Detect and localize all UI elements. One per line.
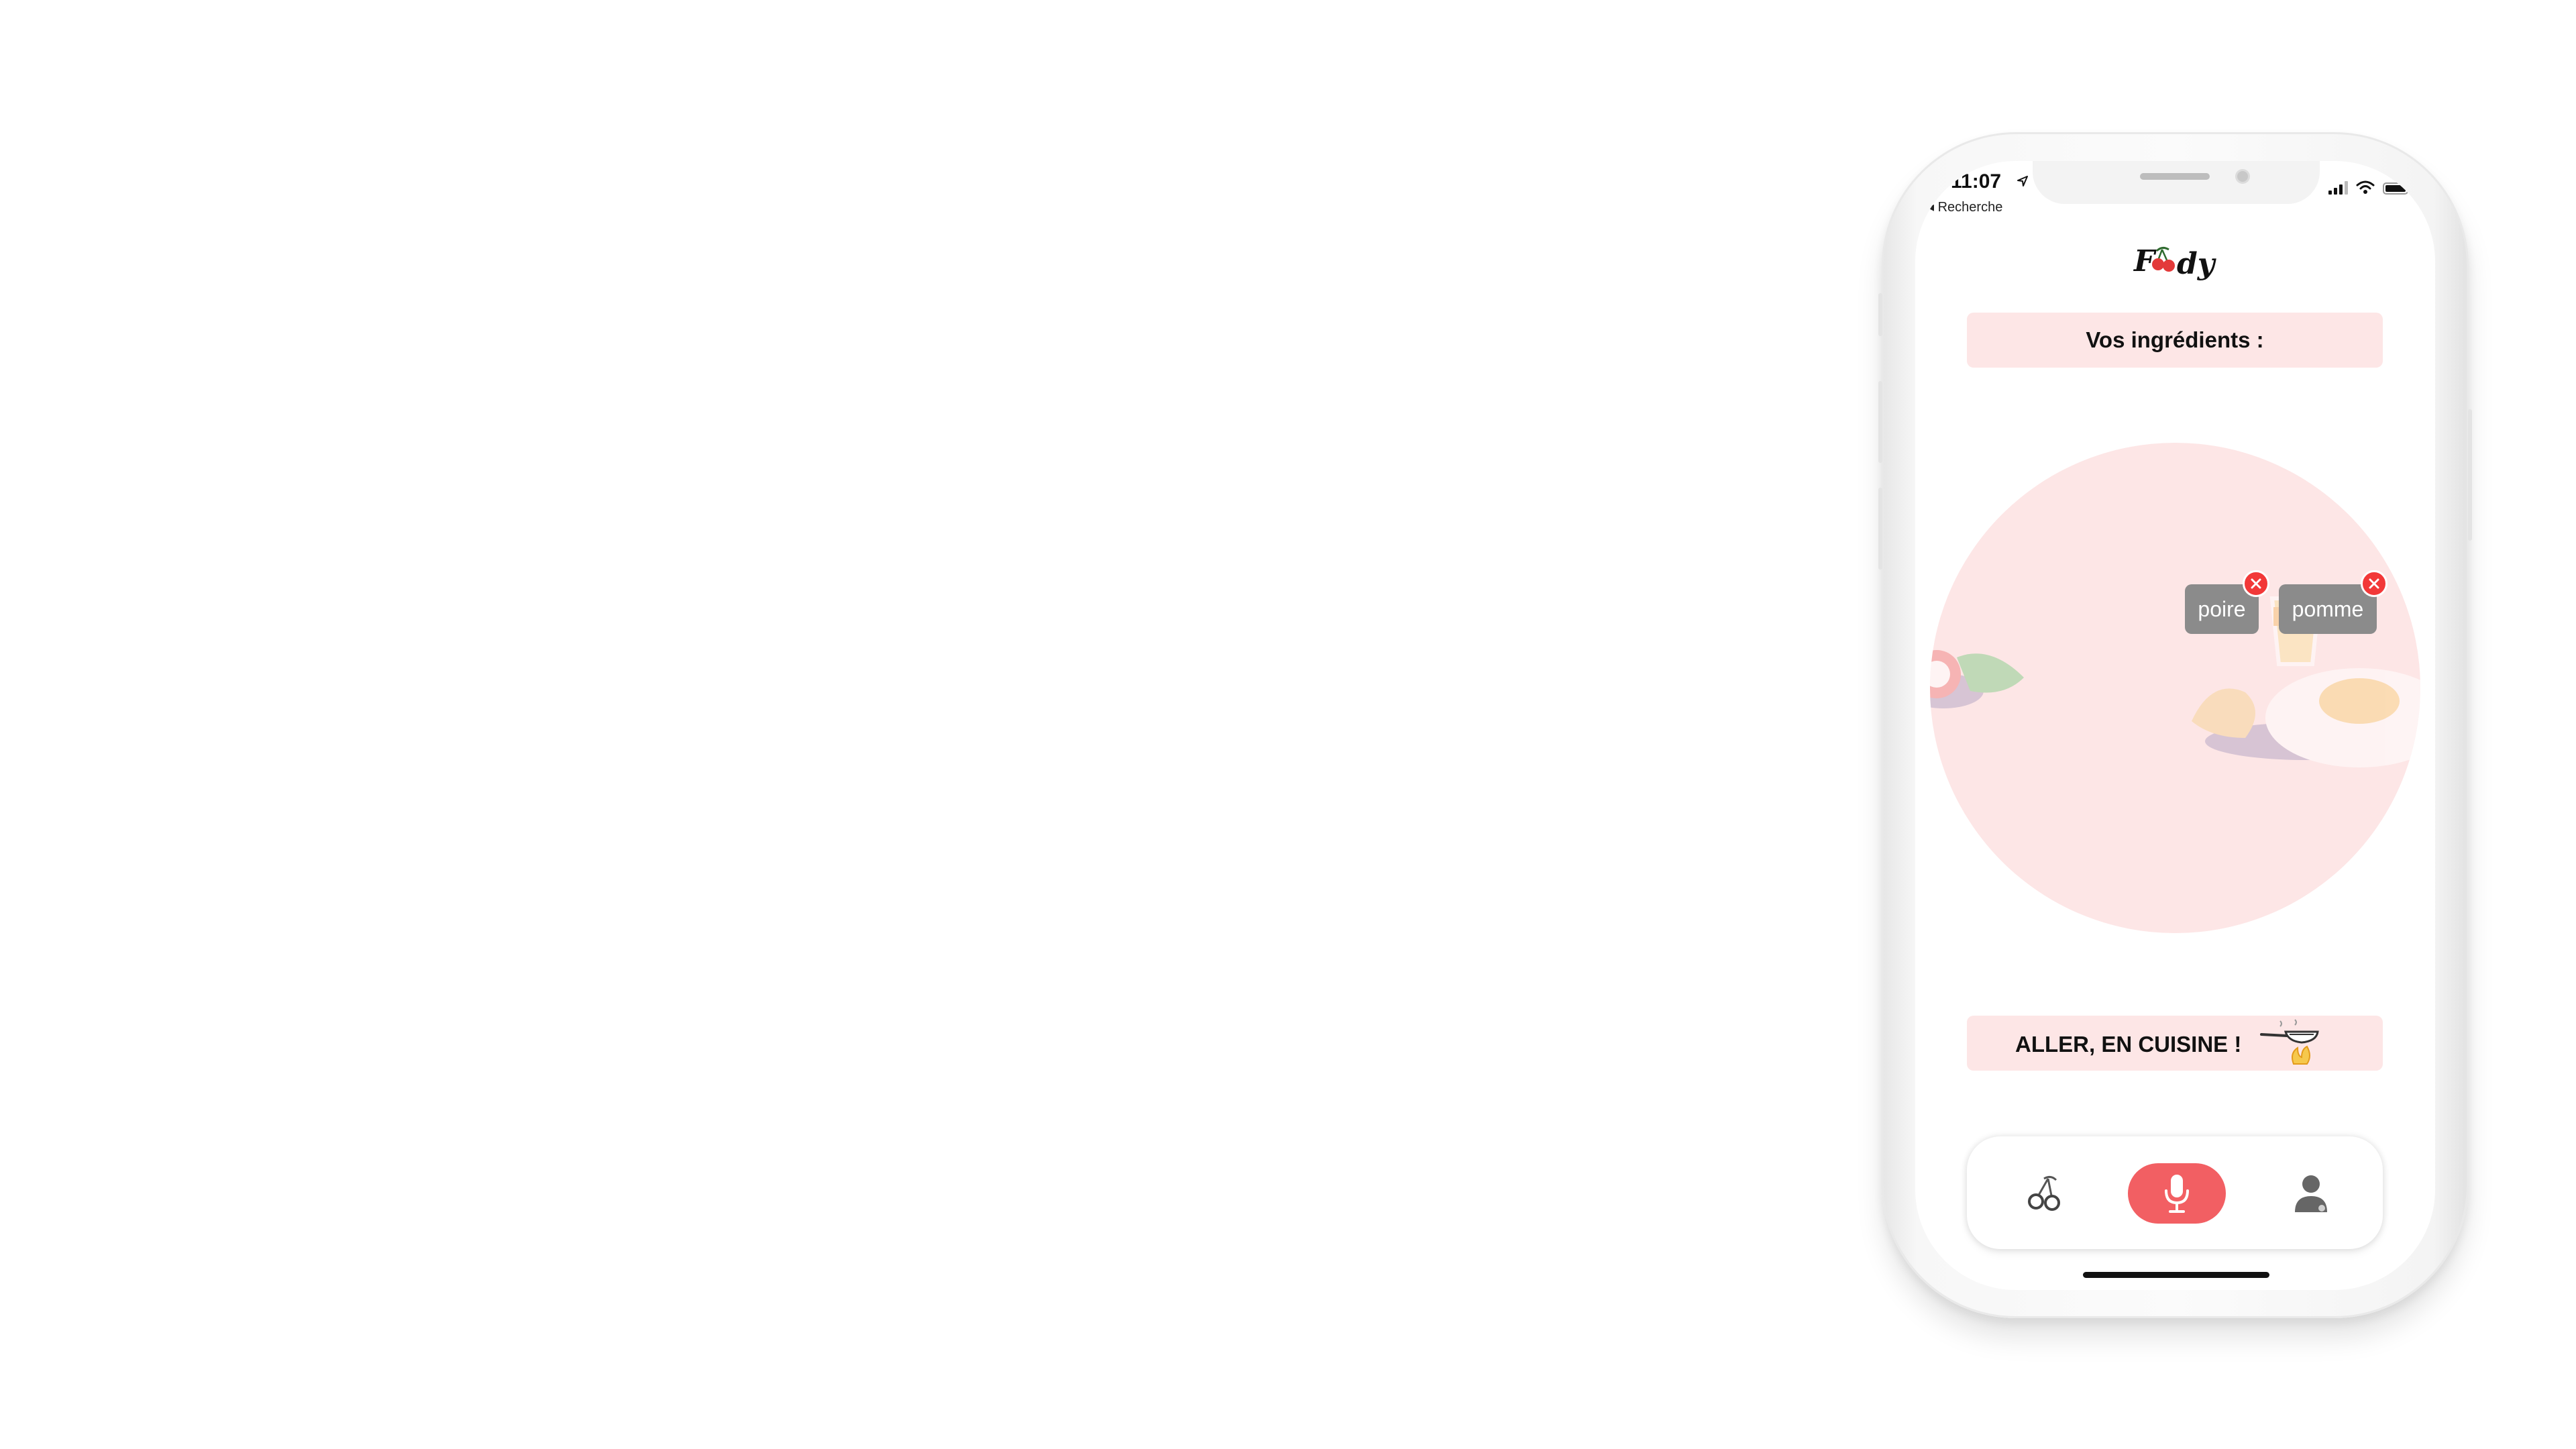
- close-icon: [2251, 578, 2261, 589]
- cellular-signal-icon: [2328, 181, 2348, 195]
- tab-cherries[interactable]: [2014, 1163, 2074, 1224]
- location-arrow-icon: [2017, 176, 2028, 186]
- foody-logo: F dy: [2130, 236, 2224, 290]
- close-icon: [2369, 578, 2379, 589]
- mute-switch: [1878, 293, 1882, 336]
- volume-down-button: [1878, 488, 1882, 570]
- home-indicator[interactable]: [2083, 1272, 2269, 1278]
- cherry-icon: F dy: [2133, 244, 2217, 281]
- ingredients-title: Vos ingrédients :: [1967, 313, 2383, 368]
- notch: [2033, 161, 2320, 204]
- svg-text:dy: dy: [2177, 247, 2217, 281]
- remove-ingredient-button[interactable]: [2243, 570, 2269, 597]
- volume-up-button: [1878, 381, 1882, 463]
- tab-profile[interactable]: [2281, 1163, 2341, 1224]
- ingredient-chip: pomme: [2279, 584, 2377, 634]
- microphone-icon: [2165, 1175, 2189, 1213]
- status-icons: [2328, 180, 2411, 195]
- front-camera: [2235, 169, 2250, 184]
- frying-pan-icon: [2260, 1019, 2319, 1065]
- wifi-icon: [2356, 180, 2375, 194]
- breakfast-illustration: [1930, 596, 2420, 767]
- bottom-tab-bar: [1967, 1136, 2383, 1249]
- go-cook-button[interactable]: ALLER, EN CUISINE !: [1967, 1016, 2383, 1071]
- tab-microphone[interactable]: [2128, 1163, 2226, 1224]
- user-icon: [2295, 1175, 2327, 1212]
- remove-ingredient-button[interactable]: [2361, 570, 2387, 597]
- status-time: 11:07: [1951, 170, 2002, 193]
- power-button: [2468, 409, 2472, 541]
- phone-screen: 11:07 ◂ Recherche F dy Vos ingrédients :: [1915, 161, 2435, 1290]
- ingredient-label: pomme: [2292, 596, 2364, 621]
- battery-icon: [2383, 182, 2411, 195]
- back-to-search-link[interactable]: ◂ Recherche: [1927, 199, 2002, 215]
- cherries-icon: [2028, 1175, 2060, 1211]
- speaker-grille: [2140, 173, 2210, 180]
- ingredients-area: [1930, 443, 2420, 933]
- go-cook-label: ALLER, EN CUISINE !: [2015, 1032, 2242, 1057]
- ingredient-label: poire: [2198, 596, 2246, 621]
